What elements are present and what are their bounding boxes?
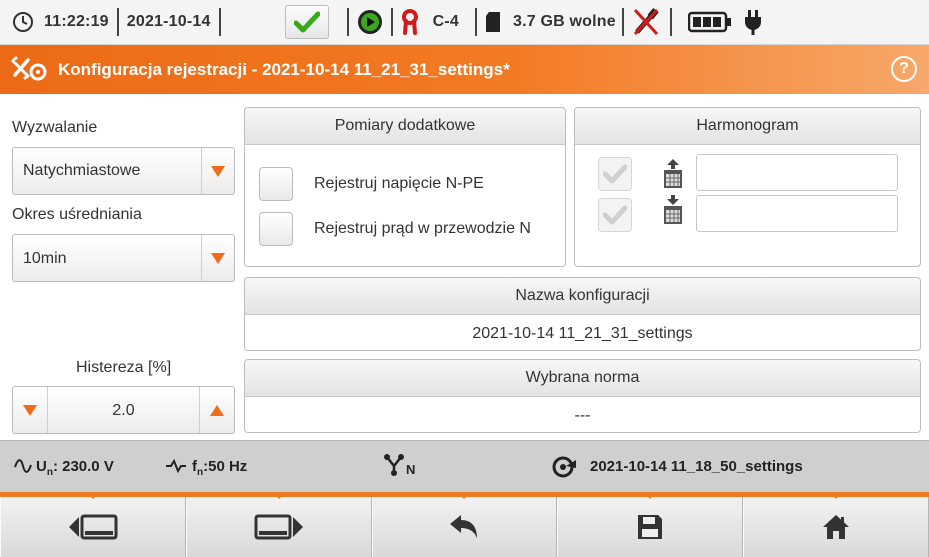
divider (669, 8, 672, 36)
active-settings-file: 2021-10-14 11_18_50_settings (590, 458, 803, 475)
panel-title: Harmonogram (575, 108, 920, 145)
averaging-label: Okres uśredniania (12, 206, 142, 223)
divider (346, 8, 349, 36)
checkmark-button[interactable] (284, 5, 329, 39)
network-type-label: N (406, 462, 416, 477)
hysteresis-stepper[interactable]: 2.0 (12, 386, 235, 434)
schedule-start-field[interactable] (696, 154, 898, 191)
selected-norm-value[interactable]: --- (245, 407, 920, 425)
play-icon[interactable] (357, 0, 383, 44)
page-title: Konfiguracja rejestracji - 2021-10-14 11… (58, 59, 510, 79)
clock-icon (12, 0, 34, 44)
back-button[interactable] (371, 492, 558, 557)
status-date: 2021-10-14 (126, 13, 211, 30)
network-config-label: C-4 (432, 13, 459, 30)
chevron-down-icon[interactable] (201, 235, 234, 281)
info-bar: Un: 230.0 V fn:50 Hz N 2021-10-14 11_18_… (0, 440, 929, 493)
settings-file-icon (552, 454, 578, 484)
floppy-disk-icon (638, 515, 663, 539)
next-screen-icon (254, 514, 303, 540)
network-type-icon: N (383, 453, 415, 477)
storage-free-label: 3.7 GB wolne (513, 13, 616, 30)
divider (390, 8, 393, 36)
divider (218, 8, 221, 36)
back-arrow-icon (450, 515, 478, 538)
frequency-wave-icon (165, 458, 187, 477)
chevron-down-icon[interactable] (201, 148, 234, 194)
checkmark-icon (603, 164, 627, 184)
n-current-checkbox[interactable] (259, 212, 293, 246)
clamp-icon (401, 0, 419, 44)
sine-wave-icon (14, 459, 32, 477)
schedule-start-checkbox[interactable] (598, 157, 632, 191)
help-icon: ? (899, 60, 909, 77)
status-bar: 11:22:19 2021-10-14 C-4 3.7 GB wolne (0, 0, 929, 45)
nominal-voltage: Un: 230.0 V (36, 458, 114, 478)
settings-tools-icon (10, 56, 48, 84)
next-screen-button[interactable] (185, 492, 372, 557)
npe-voltage-checkbox[interactable] (259, 167, 293, 201)
help-button[interactable]: ? (891, 56, 917, 82)
checkmark-icon (293, 11, 320, 33)
calendar-start-icon[interactable] (663, 158, 683, 195)
selected-norm-panel: Wybrana norma --- (244, 359, 921, 433)
divider (116, 8, 119, 36)
averaging-dropdown[interactable]: 10min (12, 234, 235, 282)
npe-voltage-label: Rejestruj napięcie N-PE (314, 175, 484, 192)
trigger-label: Wyzwalanie (12, 119, 98, 136)
divider (621, 8, 624, 36)
averaging-value: 10min (23, 250, 67, 267)
panel-title: Wybrana norma (245, 360, 920, 397)
power-plug-icon (744, 0, 762, 44)
hysteresis-label: Histereza [%] (76, 359, 172, 376)
status-time: 11:22:19 (44, 13, 109, 30)
battery-icon (687, 0, 732, 44)
schedule-end-checkbox[interactable] (598, 198, 632, 232)
previous-screen-icon (68, 514, 118, 540)
config-name-panel: Nazwa konfiguracji 2021-10-14 11_21_31_s… (244, 277, 921, 351)
config-name-value[interactable]: 2021-10-14 11_21_31_settings (245, 325, 920, 343)
home-icon (823, 515, 850, 539)
divider (475, 8, 477, 36)
usb-disconnected-icon (632, 0, 660, 44)
bottom-toolbar (0, 492, 929, 557)
triangle-up-icon (210, 404, 224, 416)
additional-measurements-panel: Pomiary dodatkowe Rejestruj napięcie N-P… (244, 107, 566, 267)
checkmark-icon (603, 205, 627, 225)
trigger-value: Natychmiastowe (23, 162, 141, 179)
schedule-end-field[interactable] (696, 195, 898, 232)
nominal-frequency: fn:50 Hz (192, 458, 248, 478)
sd-card-icon (485, 0, 501, 44)
calendar-end-icon[interactable] (663, 194, 683, 231)
trigger-dropdown[interactable]: Natychmiastowe (12, 147, 235, 195)
previous-screen-button[interactable] (0, 492, 186, 557)
n-current-label: Rejestruj prąd w przewodzie N (314, 220, 531, 237)
save-button[interactable] (557, 492, 744, 557)
title-bar: Konfiguracja rejestracji - 2021-10-14 11… (0, 45, 929, 94)
schedule-panel: Harmonogram (574, 107, 921, 267)
panel-title: Nazwa konfiguracji (245, 278, 920, 315)
panel-title: Pomiary dodatkowe (245, 108, 565, 145)
home-button[interactable] (743, 492, 929, 557)
increment-button[interactable] (199, 387, 234, 433)
